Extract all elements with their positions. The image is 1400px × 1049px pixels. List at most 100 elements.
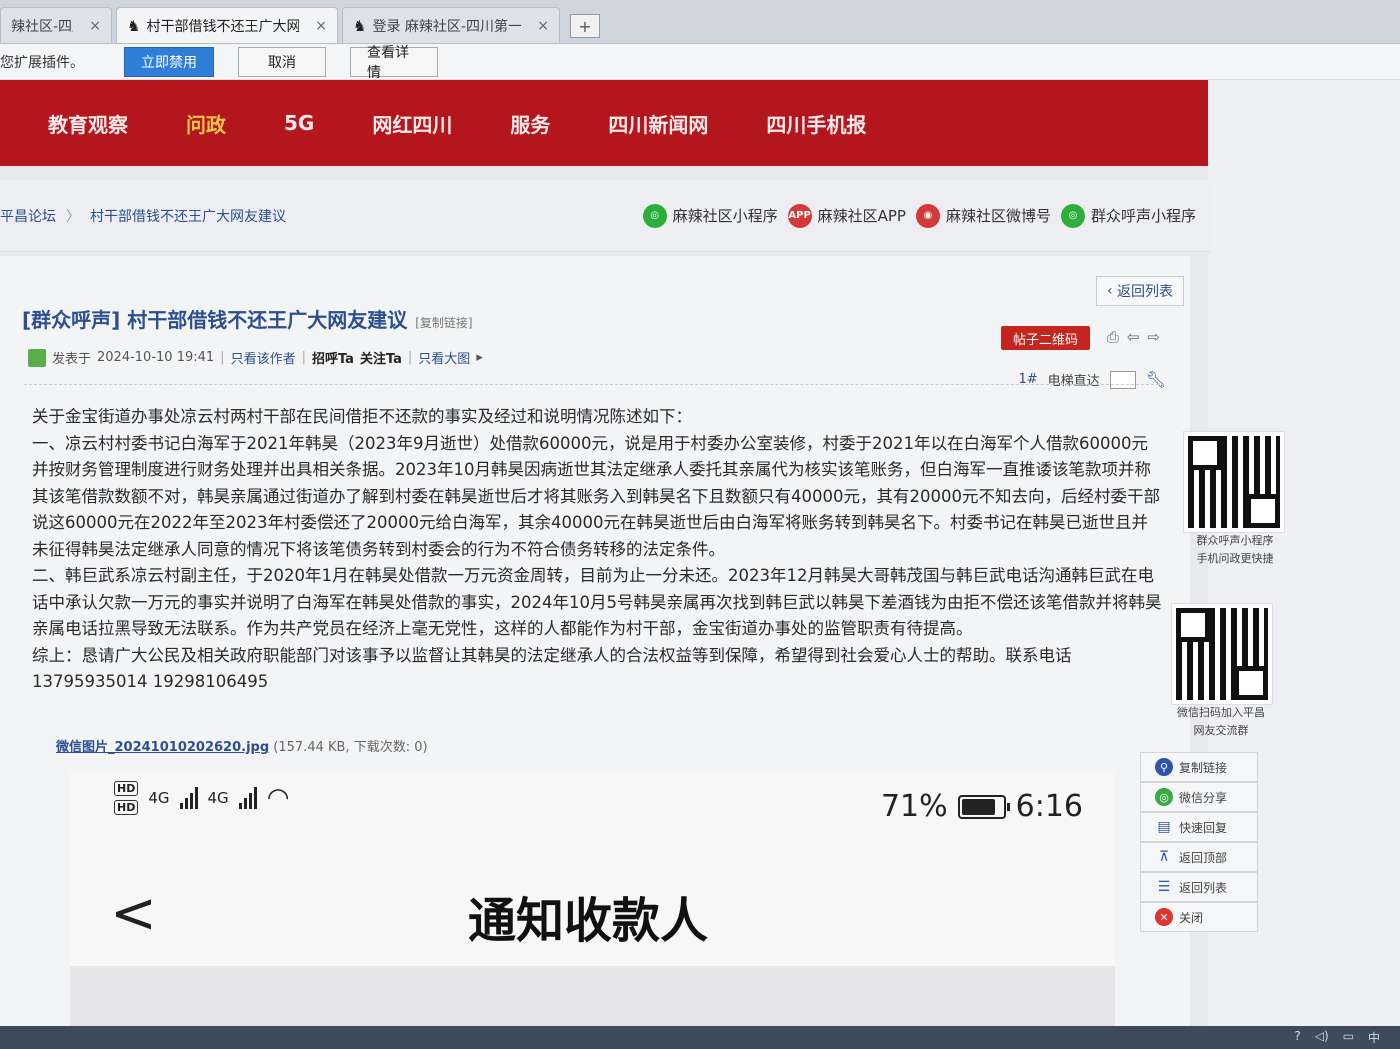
side-button-label: 返回顶部 (1179, 850, 1228, 865)
post-paragraph: 关于金宝街道办事处凉云村两村干部在民间借拒不还款的事实及经过和说明情况陈述如下： (32, 407, 692, 426)
breadcrumb-home-link[interactable]: 平昌论坛 (0, 206, 56, 226)
weibo-icon: ◉ (915, 203, 940, 228)
app-link-mini-program[interactable]: ◎ 麻辣社区小程序 (642, 203, 778, 228)
post-paragraph: 二、韩巨武系凉云村副主任，于2020年1月在韩昊处借款一万元资金周转，目前为止一… (32, 566, 1162, 638)
signal-icon (238, 787, 257, 809)
side-button-label: 微信分享 (1179, 790, 1228, 805)
next-thread-icon[interactable]: ⇨ (1147, 328, 1160, 346)
top-icon: ⊼ (1158, 849, 1170, 865)
mini-program-qr-code (1183, 431, 1285, 533)
back-to-list-label: 返回列表 (1117, 284, 1174, 300)
tab-mala-community[interactable]: 辣社区-四川 × (0, 7, 112, 43)
app-link-app[interactable]: APP 麻辣社区APP (787, 203, 906, 228)
follow-link[interactable]: 关注Ta (360, 348, 402, 367)
copy-link-side-button[interactable]: ⚲ 复制链接 (1140, 752, 1258, 782)
nav-item-service[interactable]: 服务 (510, 109, 550, 138)
new-tab-button[interactable]: + (570, 14, 600, 38)
return-list-side-button[interactable]: ☰ 返回列表 (1140, 872, 1258, 902)
qr-caption-line: 手机问政更快捷 (1196, 552, 1274, 565)
volume-icon[interactable]: ◁) (1315, 1029, 1329, 1046)
phone-content-area (70, 966, 1115, 1026)
nav-item-sichuan-news[interactable]: 四川新闻网 (608, 109, 708, 138)
ime-icon[interactable]: 中 (1368, 1029, 1380, 1046)
link-icon: ⚲ (1155, 758, 1173, 776)
close-icon: ✕ (1155, 908, 1173, 926)
triangle-right-icon: ▸ (476, 350, 483, 365)
nav-item-wenzheng[interactable]: 问政 (186, 109, 226, 138)
app-icon: APP (787, 203, 812, 228)
site-favicon-icon: ♞ (353, 16, 367, 35)
attachment-link[interactable]: 微信图片_20241010202620.jpg (56, 740, 269, 755)
hd-icons: HD HD (114, 781, 139, 815)
tab-close-icon[interactable]: × (89, 18, 101, 34)
breadcrumb-current-link[interactable]: 村干部借钱不还王广大网友建议 (90, 206, 286, 226)
attached-phone-screenshot[interactable]: HD HD 4G 4G ◠ 71% 6:16 < 通知收款人 (70, 771, 1115, 1026)
site-nav-bar: 教育观察 问政 5G 网红四川 服务 四川新闻网 四川手机报 (0, 80, 1208, 166)
side-button-label: 复制链接 (1179, 760, 1228, 775)
meta-divider: | (220, 350, 225, 365)
post-paragraph: 综上：恳请广大公民及相关政府职能部门对该事予以监督让其韩昊的法定继承人的合法权益… (32, 645, 1072, 692)
view-details-button[interactable]: 查看详情 (350, 45, 438, 81)
app-link-voice-mini-program[interactable]: ◎ 群众呼声小程序 (1060, 203, 1196, 228)
print-icon[interactable]: ⎙ (1107, 328, 1119, 346)
tab-current-post[interactable]: ♞ 村干部借钱不还王广大网 × (116, 7, 338, 43)
hd-badge: HD (114, 800, 139, 815)
back-to-top-button[interactable]: ⊼ 返回顶部 (1140, 842, 1258, 872)
breadcrumb: 平昌论坛 〉 村干部借钱不还王广大网友建议 (0, 206, 286, 226)
tab-close-icon[interactable]: × (537, 18, 549, 34)
help-icon[interactable]: ? (1294, 1029, 1300, 1046)
online-status-icon (28, 348, 46, 367)
app-link-weibo[interactable]: ◉ 麻辣社区微博号 (915, 203, 1051, 228)
breadcrumb-bar: 平昌论坛 〉 村干部借钱不还王广大网友建议 ◎ 麻辣社区小程序 APP 麻辣社区… (0, 180, 1210, 252)
qr-caption-line: 微信扫码加入平昌 (1177, 706, 1265, 719)
battery-icon (957, 794, 1010, 819)
phone-status-bar-left: HD HD 4G 4G ◠ (114, 781, 289, 815)
hd-badge: HD (114, 781, 139, 796)
greet-link[interactable]: 招呼Ta (312, 348, 354, 367)
wechat-share-button[interactable]: ◎ 微信分享 (1140, 782, 1258, 812)
disable-now-button[interactable]: 立即禁用 (124, 46, 214, 77)
side-button-label: 返回列表 (1179, 880, 1228, 895)
wechat-icon: ◎ (1155, 788, 1173, 806)
notification-message: 您扩展插件。 (0, 54, 84, 71)
big-image-link[interactable]: 只看大图 (418, 348, 470, 367)
side-action-buttons: ⚲ 复制链接 ◎ 微信分享 ▤ 快速回复 ⊼ 返回顶部 ☰ 返回列表 ✕ 关闭 (1140, 752, 1258, 932)
post-container: ‹ 返回列表 [群众呼声] 村干部借钱不还王广大网友建议 [复制链接] 帖子二维… (0, 256, 1190, 1026)
post-body: 关于金宝街道办事处凉云村两村干部在民间借拒不还款的事实及经过和说明情况陈述如下：… (32, 404, 1162, 696)
tab-label: 村干部借钱不还王广大网 (146, 18, 300, 35)
side-button-label: 快速回复 (1179, 820, 1228, 835)
wifi-icon: ◠ (266, 783, 290, 813)
breadcrumb-separator: 〉 (66, 208, 80, 225)
post-paragraph: 一、凉云村村委书记白海军于2021年韩昊（2023年9月逝世）处借款60000元… (32, 433, 1160, 559)
meta-divider: | (301, 350, 306, 365)
nav-item-5g[interactable]: 5G (284, 111, 314, 135)
tab-close-icon[interactable]: × (315, 18, 327, 34)
list-icon: ☰ (1157, 879, 1171, 895)
display-icon[interactable]: ▭ (1343, 1029, 1354, 1046)
post-tools: ⎙ ⇦ ⇨ (1107, 328, 1160, 346)
app-link-label: 麻辣社区小程序 (672, 207, 778, 225)
floor-jump-input[interactable] (1109, 370, 1136, 389)
back-to-list-button[interactable]: ‹ 返回列表 (1096, 276, 1184, 306)
qr-caption: 微信扫码加入平昌 网友交流群 (1166, 704, 1276, 740)
divider (24, 384, 1164, 385)
wechat-group-qr-code (1171, 603, 1273, 705)
post-title: [群众呼声] 村干部借钱不还王广大网友建议 (22, 308, 408, 332)
quick-reply-button[interactable]: ▤ 快速回复 (1140, 812, 1258, 842)
wrench-icon[interactable]: 🔧︎ (1146, 370, 1166, 389)
attachment-info: (157.44 KB, 下载次数: 0) (273, 740, 428, 755)
cancel-button[interactable]: 取消 (238, 46, 326, 77)
tab-login[interactable]: ♞ 登录 麻辣社区-四川第一 × (342, 7, 560, 43)
only-author-link[interactable]: 只看该作者 (231, 348, 296, 367)
nav-item-wanghong[interactable]: 网红四川 (372, 109, 452, 138)
post-title-row: [群众呼声] 村干部借钱不还王广大网友建议 [复制链接] (22, 304, 473, 333)
prev-thread-icon[interactable]: ⇦ (1127, 328, 1140, 346)
tab-label: 辣社区-四川 (11, 18, 73, 35)
post-qr-button[interactable]: 帖子二维码 (1000, 326, 1090, 350)
copy-link-button[interactable]: [复制链接] (415, 314, 472, 331)
os-taskbar: ? ◁) ▭ 中 (0, 1026, 1400, 1049)
nav-item-education[interactable]: 教育观察 (48, 109, 128, 138)
close-side-button[interactable]: ✕ 关闭 (1140, 902, 1258, 932)
phone-status-bar-right: 71% 6:16 (881, 789, 1083, 824)
nav-item-sichuan-mobile[interactable]: 四川手机报 (766, 109, 866, 138)
